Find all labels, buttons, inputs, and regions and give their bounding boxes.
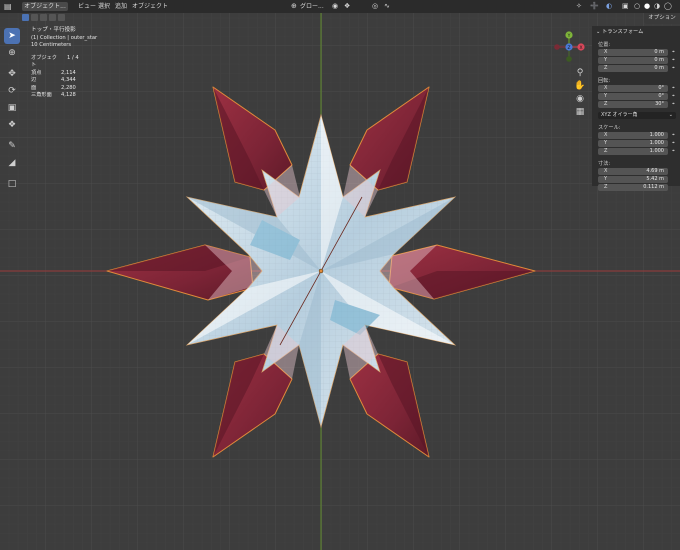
rotate-tool[interactable]: ⟳ (4, 83, 20, 99)
add-cube-icon: □ (7, 179, 17, 189)
viewport-icon[interactable]: ▤ (4, 0, 16, 13)
toolbar: ➤ ⊕ ✥ ⟳ ▣ ❖ ✎ ◢ □ (4, 28, 20, 193)
collection-label: (1) Collection | outer_star (31, 34, 98, 41)
location-label: 位置: (598, 42, 611, 48)
xray-icon[interactable]: ▣ (622, 0, 629, 13)
select-intersect-icon[interactable] (58, 14, 65, 21)
scale-label: スケール: (598, 125, 621, 131)
shading-wireframe-icon[interactable]: ○ (634, 0, 640, 13)
scale-y-field[interactable]: Y 1.000 (598, 140, 668, 147)
lock-icon[interactable]: ⌖ (672, 149, 677, 154)
location-z-field[interactable]: Z0 m (598, 65, 668, 72)
scale-z-field[interactable]: Z 1.000 (598, 148, 668, 155)
select-extend-icon[interactable] (31, 14, 38, 21)
rotation-label: 回転: (598, 78, 611, 84)
visibility-icon[interactable]: ✧ (576, 0, 582, 13)
camera-view-icon[interactable]: ◉ (574, 93, 586, 105)
cursor-tool[interactable]: ⊕ (4, 45, 20, 61)
transform-orientation-icon[interactable]: ⊕ (291, 0, 297, 13)
menu-select[interactable]: 選択 (98, 0, 110, 13)
mode-dropdown[interactable]: オブジェクト... (22, 2, 68, 11)
cursor-arrow-icon: ➤ (8, 31, 16, 41)
gizmo-toggle-icon[interactable]: ➕ (590, 0, 599, 13)
select-box-tool[interactable]: ➤ (4, 28, 20, 44)
object-origin[interactable] (318, 268, 324, 274)
scale-x-field[interactable]: X 1.000 (598, 132, 668, 139)
navigation-gizmo[interactable]: Y X Z (552, 30, 586, 64)
menu-add[interactable]: 追加 (115, 0, 127, 13)
shading-material-icon[interactable]: ◑ (654, 0, 660, 13)
stat-edges: 辺 4,344 (31, 77, 76, 83)
cursor-icon: ⊕ (8, 48, 16, 58)
lock-icon[interactable]: ⌖ (672, 66, 677, 71)
move-tool[interactable]: ✥ (4, 66, 20, 82)
mode-label: オブジェクト... (24, 3, 66, 10)
shading-rendered-icon[interactable]: ◯ (664, 0, 672, 13)
snap-icon[interactable]: ❖ (344, 0, 350, 13)
gizmo-axis-z[interactable]: Z (567, 45, 570, 51)
menu-object[interactable]: オブジェクト (132, 0, 168, 13)
select-invert-icon[interactable] (49, 14, 56, 21)
perspective-grid-icon[interactable]: ▦ (574, 106, 586, 118)
options-label: オプション (648, 15, 676, 21)
rotation-x-field[interactable]: X 0° (598, 85, 668, 92)
measure-tool[interactable]: ◢ (4, 155, 20, 171)
stat-vertices: 頂点 2,114 (31, 69, 76, 76)
dimensions-x-field[interactable]: X 4.69 m (598, 168, 668, 175)
stat-triangles: 三角形面 4,128 (31, 92, 76, 98)
viewport-info: トップ・平行投影 (1) Collection | outer_star 10 … (31, 27, 97, 100)
transform-panel-title: トランスフォーム (602, 29, 644, 35)
transform-orientation-dropdown[interactable]: グロー... (300, 0, 324, 13)
pivot-icon[interactable]: ◉ (332, 0, 338, 13)
lock-icon[interactable]: ⌖ (672, 102, 677, 107)
view-name: トップ・平行投影 (31, 27, 76, 33)
location-x-field[interactable]: X0 m (598, 49, 668, 56)
stat-faces: 面 2,280 (31, 84, 76, 91)
grid-scale-label: 10 Centimeters (31, 42, 72, 48)
lock-icon[interactable]: ⌖ (672, 50, 677, 55)
transform-panel-header[interactable]: ⌄ トランスフォーム (596, 28, 643, 35)
move-icon: ✥ (8, 69, 16, 79)
select-subtract-icon[interactable] (40, 14, 47, 21)
lock-icon[interactable]: ⌖ (672, 141, 677, 146)
pencil-icon: ✎ (8, 141, 16, 151)
rotation-y-field[interactable]: Y 0° (598, 93, 668, 100)
lock-icon[interactable]: ⌖ (672, 94, 677, 99)
select-new-icon[interactable] (22, 14, 29, 21)
rotation-z-field[interactable]: Z 30° (598, 101, 668, 108)
pan-hand-icon[interactable]: ✋ (574, 80, 586, 92)
overlay-toggle-icon[interactable]: ◐ (606, 0, 612, 13)
annotate-tool[interactable]: ✎ (4, 138, 20, 154)
rotate-icon: ⟳ (8, 86, 16, 96)
transform-icon: ❖ (7, 120, 17, 130)
dimensions-y-field[interactable]: Y 5.42 m (598, 176, 668, 183)
transform-panel: ⌄ トランスフォーム 位置: X0 m ⌖ Y0 m ⌖ Z0 m ⌖ 回転: … (592, 26, 680, 186)
dimensions-z-field[interactable]: Z 0.112 m (598, 184, 668, 191)
falloff-icon[interactable]: ∿ (384, 0, 390, 13)
shading-solid-icon[interactable]: ● (644, 0, 650, 13)
transform-tool[interactable]: ❖ (4, 117, 20, 133)
proportional-edit-icon[interactable]: ◎ (372, 0, 378, 13)
dimensions-label: 寸法: (598, 161, 611, 167)
scale-icon: ▣ (7, 103, 17, 113)
add-cube-tool[interactable]: □ (4, 176, 20, 192)
location-y-field[interactable]: Y0 m (598, 57, 668, 64)
rotation-mode-dropdown[interactable]: XYZ オイラー角 ⌄ (598, 112, 676, 119)
stat-objects: オブジェクト 1 / 4 (31, 54, 79, 69)
header-bar: ▤ オブジェクト... ビュー 選択 追加 オブジェクト ⊕ グロー... ◉ … (0, 0, 680, 13)
gizmo-axis-x[interactable]: X (579, 45, 582, 51)
zoom-icon[interactable]: ⚲ (574, 67, 586, 79)
lock-icon[interactable]: ⌖ (672, 58, 677, 63)
ruler-icon: ◢ (8, 158, 16, 168)
select-mode-row (0, 13, 120, 23)
menu-view[interactable]: ビュー (78, 0, 96, 13)
gizmo-axis-y[interactable]: Y (567, 33, 571, 39)
lock-icon[interactable]: ⌖ (672, 86, 677, 91)
chevron-down-icon: ⌄ (668, 112, 673, 118)
options-button[interactable]: オプション (644, 13, 680, 24)
chevron-down-icon: ⌄ (596, 29, 601, 35)
lock-icon[interactable]: ⌖ (672, 133, 677, 138)
scale-tool[interactable]: ▣ (4, 100, 20, 116)
